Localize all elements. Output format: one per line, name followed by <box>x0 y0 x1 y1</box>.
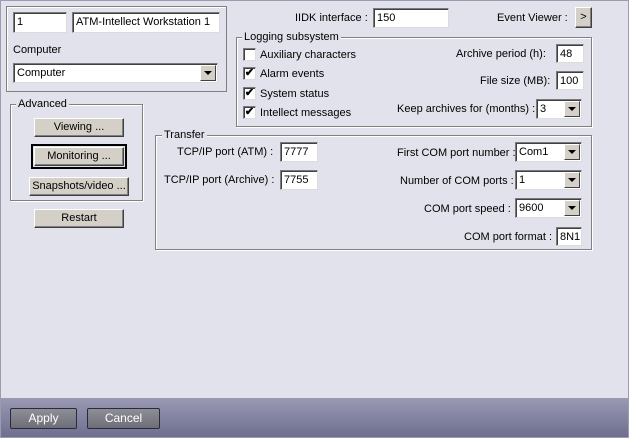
snapshots-video-button[interactable]: Snapshots/video ... <box>29 177 129 196</box>
apply-button[interactable]: Apply <box>10 408 77 429</box>
intellect-messages-label: Intellect messages <box>260 107 352 119</box>
com-speed-value: 9600 <box>519 202 544 214</box>
chevron-down-icon[interactable] <box>200 65 216 81</box>
computer-select[interactable]: Computer <box>13 63 218 83</box>
com-speed-select[interactable]: 9600 <box>515 198 582 218</box>
restart-button[interactable]: Restart <box>34 209 124 228</box>
com-speed-label: COM port speed : <box>424 203 511 215</box>
chevron-down-icon[interactable] <box>564 101 580 117</box>
first-com-label: First COM port number : <box>397 147 516 159</box>
intellect-messages-checkbox[interactable]: ✔ <box>243 106 256 119</box>
tcp-archive-field[interactable]: 7755 <box>280 170 318 190</box>
archive-period-label: Archive period (h): <box>456 48 546 60</box>
cancel-button[interactable]: Cancel <box>87 408 160 429</box>
computer-name-field[interactable]: ATM-Intellect Workstation 1 <box>72 12 220 33</box>
keep-archives-value: 3 <box>540 103 547 115</box>
system-status-label: System status <box>260 88 330 100</box>
auxiliary-label: Auxiliary characters <box>260 49 356 61</box>
file-size-label: File size (MB): <box>480 75 551 87</box>
num-com-label: Number of COM ports : <box>400 175 514 187</box>
system-status-checkbox[interactable]: ✔ <box>243 87 256 100</box>
alarm-events-checkbox[interactable]: ✔ <box>243 67 256 80</box>
computer-id-field[interactable]: 1 <box>13 12 67 33</box>
viewing-button[interactable]: Viewing ... <box>34 118 124 137</box>
com-format-field[interactable]: 8N1 <box>556 227 582 246</box>
com-format-label: COM port format : <box>464 231 553 243</box>
num-com-value: 1 <box>519 174 526 186</box>
chevron-down-icon[interactable] <box>564 144 580 160</box>
tcp-archive-label: TCP/IP port (Archive) : <box>164 174 275 186</box>
check-icon: ✔ <box>244 67 255 79</box>
logging-title: Logging subsystem <box>242 31 341 43</box>
auxiliary-checkbox[interactable] <box>243 48 256 61</box>
computer-select-value: Computer <box>17 67 66 79</box>
chevron-down-icon[interactable] <box>564 172 580 188</box>
file-size-field[interactable]: 100 <box>556 71 584 90</box>
event-viewer-label: Event Viewer : <box>497 12 568 24</box>
event-viewer-button[interactable]: > <box>575 7 592 28</box>
monitoring-button[interactable]: Monitoring ... <box>31 144 127 169</box>
archive-period-field[interactable]: 48 <box>556 44 584 63</box>
keep-archives-select[interactable]: 3 <box>536 99 582 119</box>
check-icon: ✔ <box>244 106 255 118</box>
alarm-events-label: Alarm events <box>260 68 325 80</box>
transfer-title: Transfer <box>162 129 207 141</box>
first-com-select[interactable]: Com1 <box>515 142 582 162</box>
num-com-select[interactable]: 1 <box>515 170 582 190</box>
first-com-value: Com1 <box>519 146 549 158</box>
keep-archives-label: Keep archives for (months) : <box>397 103 536 115</box>
tcp-atm-label: TCP/IP port (ATM) : <box>177 146 274 158</box>
iidk-field[interactable]: 150 <box>373 8 449 28</box>
chevron-down-icon[interactable] <box>564 200 580 216</box>
check-icon: ✔ <box>244 87 255 99</box>
computer-label: Computer <box>13 44 62 56</box>
advanced-title: Advanced <box>16 98 69 110</box>
tcp-atm-field[interactable]: 7777 <box>280 142 318 162</box>
iidk-label: IIDK interface : <box>295 12 368 24</box>
